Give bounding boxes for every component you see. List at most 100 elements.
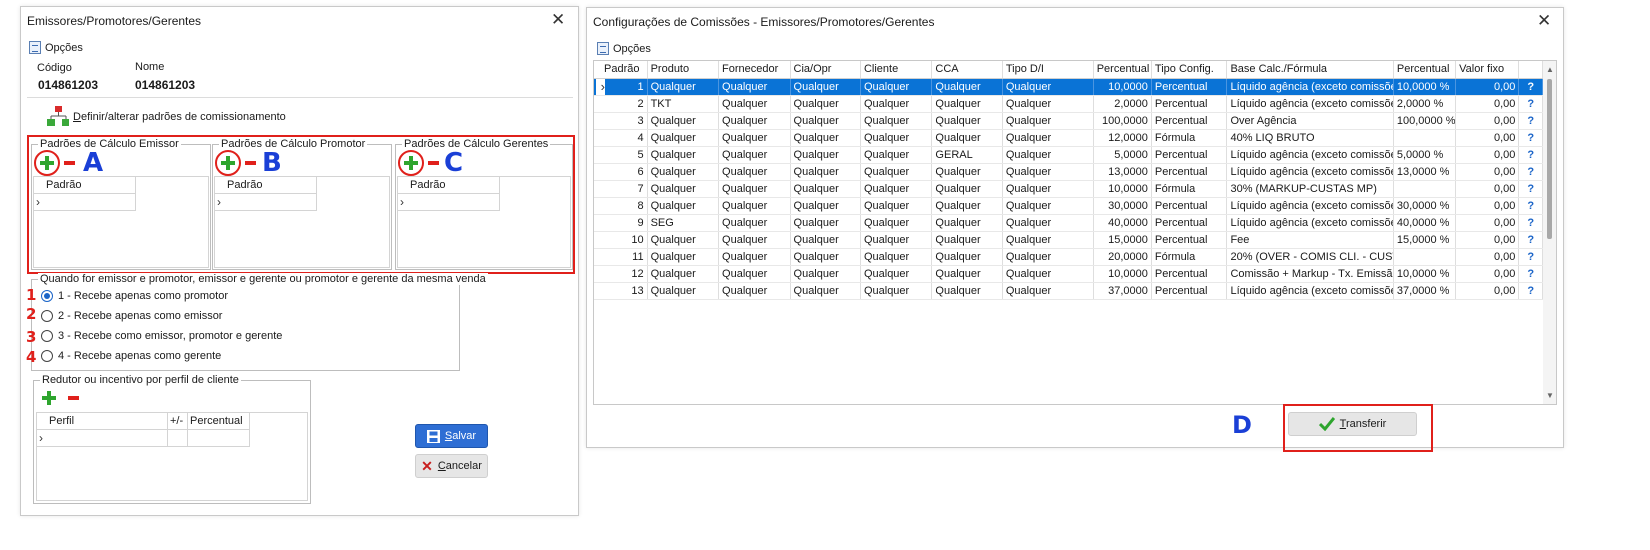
table-row[interactable]: 1 › Qualquer Qualquer Qualquer Qualquer Qualqu… (594, 78, 1543, 96)
commission-grid[interactable]: Padrão Produto Fornecedor Cia/Opr Client… (593, 60, 1557, 405)
table-row[interactable]: 7 Qualquer Qualquer Qualquer Qualquer Qualque… (594, 180, 1543, 198)
redutor-row-sinal[interactable] (168, 430, 188, 447)
cell-valor-fixo: 0,00 (1455, 146, 1520, 164)
table-row[interactable]: 13 Qualquer Qualquer Qualquer Qualquer Qualqu… (594, 282, 1543, 300)
cell-tipo-config: Percentual (1151, 231, 1228, 249)
col-cca[interactable]: CCA (931, 61, 1003, 79)
table-row[interactable]: 5 Qualquer Qualquer Qualquer Qualquer GERAL Qu… (594, 146, 1543, 164)
help-icon[interactable]: ? (1518, 95, 1543, 113)
radio-button[interactable] (41, 310, 53, 322)
radio-label: 3 - Recebe como emissor, promotor e gere… (58, 330, 283, 342)
col-padrao[interactable]: Padrão (594, 61, 648, 79)
remove-gerente-icon[interactable] (428, 161, 439, 165)
radio-option-2[interactable]: 2 - Recebe apenas como emissor (41, 310, 222, 322)
scroll-down-icon[interactable]: ▼ (1546, 391, 1554, 400)
cell-percentual: 15,0000 (1093, 231, 1152, 249)
transfer-button[interactable]: Transferir (1288, 412, 1417, 436)
redutor-row[interactable]: › (37, 430, 168, 447)
radio-option-4[interactable]: 4 - Recebe apenas como gerente (41, 350, 221, 362)
col-percentual[interactable]: Percentual (1093, 61, 1152, 79)
radio-button[interactable] (41, 350, 53, 362)
help-icon[interactable]: ? (1518, 180, 1543, 198)
cancel-button[interactable]: ✕ Cancelar (415, 454, 488, 478)
col-produto[interactable]: Produto (647, 61, 720, 79)
promotor-row[interactable]: › (215, 194, 317, 211)
radio-option-1[interactable]: 1 - Recebe apenas como promotor (41, 290, 228, 302)
redutor-row-percentual[interactable] (188, 430, 250, 447)
cell-percentual: 2,0000 (1093, 95, 1152, 113)
cell-cliente: Qualquer (860, 129, 933, 147)
close-icon[interactable]: ✕ (1537, 11, 1551, 31)
table-row[interactable]: 8 Qualquer Qualquer Qualquer Qualquer Qualque… (594, 197, 1543, 215)
help-icon[interactable]: ? (1518, 78, 1543, 96)
row-indicator-icon: › (36, 195, 40, 209)
help-icon[interactable]: ? (1518, 129, 1543, 147)
definir-padroes-link[interactable]: Definir/alterar padrões de comissionamen… (73, 111, 286, 123)
cell-padrao: 11 (594, 248, 648, 266)
table-row[interactable]: 6 Qualquer Qualquer Qualquer Qualquer Qualque… (594, 163, 1543, 181)
close-icon[interactable]: ✕ (551, 10, 565, 30)
col-valor-fixo[interactable]: Valor fixo (1455, 61, 1520, 79)
cell-cliente: Qualquer (860, 163, 933, 181)
opcoes-menu[interactable]: Opções (597, 42, 651, 55)
emissor-legend: Padrões de Cálculo Emissor (38, 138, 181, 150)
table-row[interactable]: 3 Qualquer Qualquer Qualquer Qualquer Qualque… (594, 112, 1543, 130)
help-icon[interactable]: ? (1518, 214, 1543, 232)
radio-button[interactable] (41, 290, 53, 302)
col-fornecedor[interactable]: Fornecedor (718, 61, 791, 79)
help-icon[interactable]: ? (1518, 112, 1543, 130)
cell-base-calc: Comissão + Markup - Tx. Emissão - (1226, 265, 1394, 283)
emissor-grid[interactable]: Padrão › (33, 176, 209, 268)
remove-emissor-icon[interactable] (64, 161, 75, 165)
redutor-legend: Redutor ou incentivo por perfil de clien… (40, 374, 241, 386)
opcoes-menu[interactable]: Opções (29, 41, 83, 54)
table-row[interactable]: 2 TKT Qualquer Qualquer Qualquer Qualquer Qual… (594, 95, 1543, 113)
remove-perfil-icon[interactable] (68, 396, 79, 400)
help-icon[interactable]: ? (1518, 282, 1543, 300)
table-row[interactable]: 11 Qualquer Qualquer Qualquer Qualquer Qualqu… (594, 248, 1543, 266)
gerentes-row[interactable]: › (398, 194, 500, 211)
radio-option-3[interactable]: 3 - Recebe como emissor, promotor e gere… (41, 330, 282, 342)
col-base-calc[interactable]: Base Calc./Fórmula (1226, 61, 1394, 79)
cell-produto: Qualquer (647, 180, 720, 198)
help-icon[interactable]: ? (1518, 248, 1543, 266)
redutor-grid[interactable]: Perfil +/- Percentual › (36, 412, 308, 501)
cell-tipo-config: Percentual (1151, 112, 1228, 130)
col-tipo-di[interactable]: Tipo D/I (1002, 61, 1094, 79)
add-perfil-icon[interactable] (42, 391, 56, 405)
cell-valor-fixo: 0,00 (1455, 163, 1520, 181)
table-row[interactable]: 4 Qualquer Qualquer Qualquer Qualquer Qualque… (594, 129, 1543, 147)
table-row[interactable]: 12 Qualquer Qualquer Qualquer Qualquer Qualqu… (594, 265, 1543, 283)
emissor-row[interactable]: › (34, 194, 136, 211)
help-icon[interactable]: ? (1518, 265, 1543, 283)
cell-cliente: Qualquer (860, 112, 933, 130)
help-icon[interactable]: ? (1518, 231, 1543, 249)
cell-percentual: 30,0000 (1093, 197, 1152, 215)
save-button[interactable]: Salvar (415, 424, 488, 448)
col-cia-opr[interactable]: Cia/Opr (790, 61, 861, 79)
help-icon[interactable]: ? (1518, 197, 1543, 215)
col-tipo-config[interactable]: Tipo Config. (1151, 61, 1228, 79)
scroll-up-icon[interactable]: ▲ (1546, 65, 1554, 74)
scroll-thumb[interactable] (1547, 79, 1552, 239)
vertical-scrollbar[interactable]: ▲ ▼ (1543, 61, 1556, 404)
remove-promotor-icon[interactable] (245, 161, 256, 165)
col-cliente[interactable]: Cliente (860, 61, 933, 79)
radio-button[interactable] (41, 330, 53, 342)
table-row[interactable]: 10 Qualquer Qualquer Qualquer Qualquer Qualqu… (594, 231, 1543, 249)
cell-base-calc: Líquido agência (exceto comissões d (1226, 163, 1394, 181)
table-row[interactable]: 9 SEG Qualquer Qualquer Qualquer Qualquer Qual… (594, 214, 1543, 232)
cell-cca: Qualquer (931, 78, 1003, 96)
col-percentual-2[interactable]: Percentual (1393, 61, 1457, 79)
help-icon[interactable]: ? (1518, 146, 1543, 164)
cell-percentual-2: 2,0000 % (1393, 95, 1457, 113)
radio-label: 2 - Recebe apenas como emissor (58, 310, 223, 322)
col-perfil: Perfil (37, 413, 168, 430)
gerentes-grid[interactable]: Padrão › (397, 176, 571, 268)
cell-produto: Qualquer (647, 146, 720, 164)
radio-num-3: 3 (26, 328, 37, 346)
header-separator (27, 97, 573, 98)
promotor-grid[interactable]: Padrão › (214, 176, 390, 268)
cell-base-calc: 20% (OVER - COMIS CLI. - CUSTAS (1226, 248, 1394, 266)
help-icon[interactable]: ? (1518, 163, 1543, 181)
